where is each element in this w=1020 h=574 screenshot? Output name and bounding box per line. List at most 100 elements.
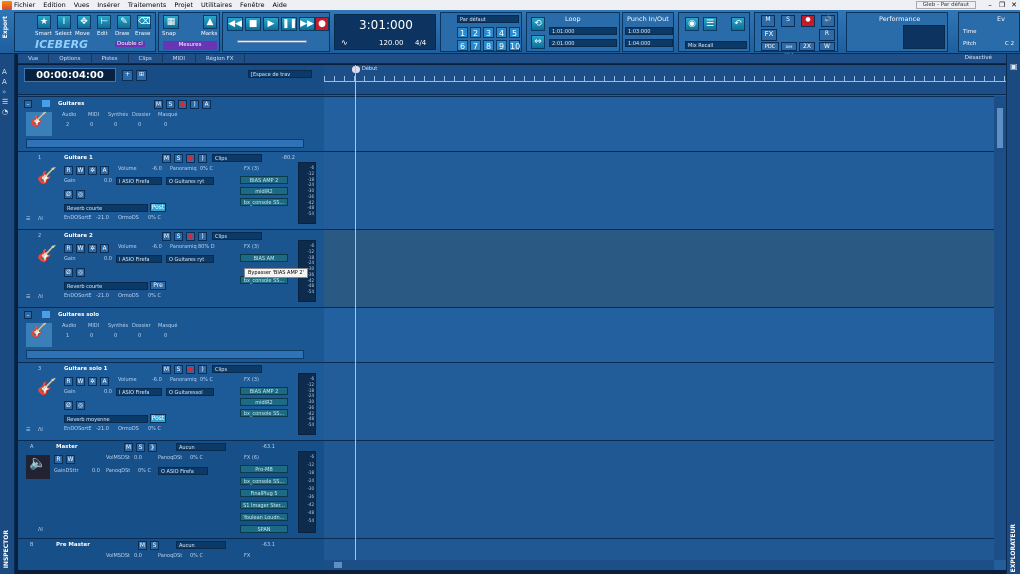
envelope-icon[interactable]: ɅI xyxy=(38,527,43,533)
fx-slot-3[interactable]: bx_console SS... xyxy=(240,198,288,206)
tab-midi[interactable]: MIDI xyxy=(163,53,196,64)
close-icon[interactable]: ✕ xyxy=(1008,1,1020,9)
bus-fx-slot-2[interactable]: bx_console SS... xyxy=(240,477,288,485)
menu-edition[interactable]: Edition xyxy=(43,1,66,9)
tab-vue[interactable]: Vue xyxy=(18,53,50,64)
folder-solo-button[interactable]: S xyxy=(166,100,175,109)
track-name[interactable]: Guitare solo 1 xyxy=(64,366,107,372)
bus-monitor-icon[interactable]: ⟫ xyxy=(148,443,157,452)
add-track-icon[interactable]: + xyxy=(122,70,133,81)
track-record-icon[interactable]: ● xyxy=(186,365,195,374)
loop-start[interactable]: 1:01:000 xyxy=(549,27,617,35)
folder-name[interactable]: Guitares solo xyxy=(58,312,99,318)
inspector-tab[interactable]: INSPECTOR xyxy=(3,530,10,568)
menu-projet[interactable]: Projet xyxy=(174,1,193,9)
forward-icon[interactable]: ▶▶ xyxy=(299,17,315,31)
screenset-1[interactable]: 1 xyxy=(457,27,468,38)
marks-icon[interactable]: ▲ xyxy=(203,15,217,29)
horizontal-scrollbar[interactable] xyxy=(324,560,994,570)
gain-value[interactable]: 0.0 xyxy=(104,178,112,184)
screenset-9[interactable]: 9 xyxy=(496,40,507,51)
bus-route-dropdown[interactable]: Aucun xyxy=(176,443,226,451)
monitor-icon[interactable]: 🔊 xyxy=(821,15,835,27)
record-icon[interactable]: ● xyxy=(315,17,329,31)
send-dropdown[interactable]: Reverb courte xyxy=(64,204,148,212)
punch-start[interactable]: 1:03:000 xyxy=(625,27,673,35)
phase-icon[interactable]: Ø xyxy=(64,401,73,410)
folder-mute-button[interactable]: M xyxy=(154,100,163,109)
screenset-5[interactable]: 5 xyxy=(509,27,520,38)
preset-dropdown[interactable]: Par défaut xyxy=(457,15,519,23)
track-clips-dropdown[interactable]: Clips xyxy=(212,232,262,240)
track-menu-icon[interactable]: ☰ xyxy=(26,294,30,300)
tab-pistes[interactable]: Pistes xyxy=(92,53,129,64)
send-pan-value[interactable]: 0% C xyxy=(148,426,161,432)
play-icon[interactable]: ▶ xyxy=(263,17,279,31)
a2-icon[interactable]: A xyxy=(2,78,7,86)
track-record-icon[interactable]: ● xyxy=(186,232,195,241)
send-pre-button[interactable]: Pre xyxy=(150,281,166,290)
lane-pre-master[interactable] xyxy=(324,538,994,560)
folder-collapse-icon[interactable]: – xyxy=(24,311,32,319)
fx-count[interactable]: FX (3) xyxy=(244,166,259,172)
pan-value[interactable]: 0% C xyxy=(200,377,213,383)
mute-all-button[interactable]: M xyxy=(761,15,775,27)
envelope-icon[interactable]: ɅI xyxy=(38,427,43,433)
send-level-value[interactable]: -21.0 xyxy=(96,293,109,299)
playhead-handle-icon[interactable] xyxy=(352,66,360,73)
pdc-button[interactable]: PDC xyxy=(761,42,779,51)
time-display[interactable]: 3:01:000 xyxy=(359,18,413,32)
gain-value[interactable]: 0.0 xyxy=(104,256,112,262)
edit-tool-icon[interactable]: ⊢ xyxy=(97,15,111,29)
track-clips-dropdown[interactable]: Clips xyxy=(212,154,262,162)
timeline-ruler[interactable]: Début xyxy=(324,65,1006,95)
bus-pan-value[interactable]: 0% C xyxy=(190,553,203,559)
solo-all-button[interactable]: S xyxy=(781,15,795,27)
speed-button[interactable]: 2X xyxy=(799,42,815,51)
horizontal-scroll-thumb[interactable] xyxy=(334,562,342,568)
arrange-view[interactable]: Début xyxy=(324,65,1006,570)
tab-options[interactable]: Options xyxy=(49,53,92,64)
dim-solo-button[interactable]: DIM SOLO xyxy=(781,42,797,57)
rewind-icon[interactable]: ◀◀ xyxy=(227,17,243,31)
phase-icon[interactable]: Ø xyxy=(64,268,73,277)
track-mute-button[interactable]: M xyxy=(162,232,171,241)
bus-pan-value[interactable]: 0% C xyxy=(190,455,203,461)
folder-name[interactable]: Guitares xyxy=(58,101,84,107)
screenset-4[interactable]: 4 xyxy=(496,27,507,38)
stop-icon[interactable]: ■ xyxy=(245,17,261,31)
lane-master[interactable] xyxy=(324,440,994,538)
measures-dropdown[interactable]: Mesures xyxy=(163,41,217,50)
fx-slot-3[interactable]: bx_console SS... xyxy=(240,409,288,417)
send-post-button[interactable]: Post xyxy=(150,414,166,423)
vertical-scrollbar[interactable] xyxy=(994,96,1006,560)
undo-icon[interactable]: ↶ xyxy=(731,17,745,31)
smart-tool-icon[interactable]: ★ xyxy=(37,15,51,29)
screenset-10[interactable]: 10 xyxy=(509,40,520,51)
lane-folder-guitares[interactable] xyxy=(324,96,994,151)
move-tool-icon[interactable]: ✥ xyxy=(77,15,91,29)
fx-slot-2[interactable]: midiR2 xyxy=(240,398,288,406)
bus-name[interactable]: Pre Master xyxy=(56,542,90,548)
bus-fx-slot-1[interactable]: Pro-MB xyxy=(240,465,288,473)
pause-icon[interactable]: ❚❚ xyxy=(281,17,297,31)
track-solo-button[interactable]: S xyxy=(174,232,183,241)
bus-fx-count[interactable]: FX (6) xyxy=(244,455,259,461)
track-solo-button[interactable]: S xyxy=(174,154,183,163)
bus-solo-button[interactable]: S xyxy=(136,443,145,452)
bus-output-dropdown[interactable]: O ASIO Firefa xyxy=(158,467,208,475)
write-button[interactable]: W xyxy=(76,166,85,175)
fx-count[interactable]: FX (3) xyxy=(244,377,259,383)
track-monitor-icon[interactable]: ) xyxy=(198,365,207,374)
meter-value[interactable]: 4/4 xyxy=(415,39,426,47)
bus-mute-button[interactable]: M xyxy=(138,541,147,550)
export-label[interactable]: Export xyxy=(2,16,9,38)
workspace-selector[interactable]: Gleb - Par défaut xyxy=(915,1,976,9)
volume-value[interactable]: -6.0 xyxy=(152,244,162,250)
send-pan-value[interactable]: 0% C xyxy=(148,293,161,299)
send-pan-value[interactable]: 0% C xyxy=(148,215,161,221)
write-button[interactable]: W xyxy=(66,455,75,464)
automation-button[interactable]: A xyxy=(100,377,109,386)
pan-value[interactable]: 0% C xyxy=(200,166,213,172)
freeze-icon[interactable]: ✲ xyxy=(88,166,97,175)
